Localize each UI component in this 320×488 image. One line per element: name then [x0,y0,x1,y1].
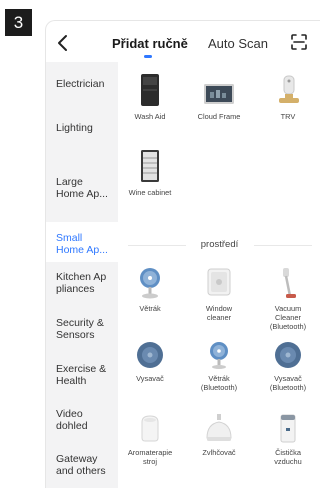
sidebar-item-exercise-health[interactable]: Exercise & Health [46,363,118,387]
sidebar-item-label: Small Home Ap... [56,232,108,256]
step-number: 3 [13,12,24,32]
device-label: Vysavač (Bluetooth) [269,374,307,392]
fan-icon [140,268,160,299]
sidebar-item-label: Exercise & Health [56,363,107,387]
wash-aid-icon [141,74,159,106]
active-tab-indicator [144,55,152,58]
sidebar-item-gateway-others[interactable]: Gateway and others [46,453,118,477]
device-label: Čistička vzduchu [274,448,302,466]
stick-vacuum-icon [283,268,296,298]
wine-cabinet-icon [141,150,159,182]
device-label: Vacuum Cleaner (Bluetooth) [269,304,307,331]
sidebar-item-security-sensors[interactable]: Security & Sensors [46,317,118,341]
device-label: Wine cabinet [128,188,172,197]
robot-vacuum-bluetooth-icon [275,342,301,368]
aroma-diffuser-icon [141,415,159,442]
sidebar-item-label: Gateway and others [56,453,106,477]
device-cloud-frame[interactable]: Cloud Frame [187,72,251,121]
sidebar-item-large-home-appliances[interactable]: Large Home Ap... [46,176,118,200]
tab-auto-scan[interactable]: Auto Scan [208,36,268,51]
device-fan-bluetooth[interactable]: Větrák (Bluetooth) [187,340,251,392]
device-trv[interactable]: TRV [256,72,320,121]
header: Přidat ručně Auto Scan [46,21,320,65]
category-sidebar: Electrician Lighting Large Home Ap... Sm… [46,62,118,488]
sidebar-item-video-surveillance[interactable]: Video dohled [46,408,118,432]
device-label: Zvlhčovač [202,448,236,457]
device-label: Větrák [139,304,161,313]
back-arrow-icon[interactable] [55,34,71,52]
tab-manual[interactable]: Přidat ručně [112,36,188,51]
sidebar-item-label: Lighting [56,122,93,134]
sidebar-item-kitchen-appliances[interactable]: Kitchen Ap pliances [46,271,118,295]
device-wine-cabinet[interactable]: Wine cabinet [118,148,182,197]
device-label: Vysavač [136,374,164,383]
device-label: TRV [280,112,296,121]
device-label: Wash Aid [134,112,166,121]
device-wash-aid[interactable]: Wash Aid [118,72,182,121]
humidifier-icon [206,414,232,441]
device-fan[interactable]: Větrák [118,266,182,313]
device-label: Aromaterapie stroj [127,448,173,466]
scan-icon[interactable] [290,33,308,51]
trv-icon [279,75,299,103]
device-robot-vacuum[interactable]: Vysavač [118,340,182,383]
sidebar-item-label: Large Home Ap... [56,176,108,200]
device-grid: Wash Aid Cloud Frame TRV Wine cabinet pr… [118,62,320,488]
device-label: Větrák (Bluetooth) [200,374,238,392]
sidebar-item-small-home-appliances[interactable]: Small Home Ap... [46,222,118,262]
divider [254,245,312,246]
device-vacuum-cleaner-bluetooth[interactable]: Vacuum Cleaner (Bluetooth) [256,266,320,331]
step-badge: 3 [5,9,32,36]
sidebar-item-lighting[interactable]: Lighting [46,106,118,150]
device-label: Cloud Frame [197,112,241,121]
device-robot-vacuum-bluetooth[interactable]: Vysavač (Bluetooth) [256,340,320,392]
device-label: Window cleaner [205,304,233,322]
section-header-environment: prostředí [118,238,320,252]
sidebar-item-label: Kitchen Ap pliances [56,271,107,295]
cloud-frame-icon [204,84,234,104]
sidebar-item-label: Video dohled [56,408,88,432]
air-purifier-icon [280,414,296,443]
device-aroma-diffuser[interactable]: Aromaterapie stroj [118,412,182,466]
device-air-purifier[interactable]: Čistička vzduchu [256,412,320,466]
sidebar-item-label: Electrician [56,78,105,90]
device-humidifier[interactable]: Zvlhčovač [187,412,251,457]
robot-vacuum-icon [137,342,163,368]
sidebar-item-electrician[interactable]: Electrician [46,62,118,106]
window-cleaner-icon [207,268,231,296]
phone-screen: Přidat ručně Auto Scan Electrician Light… [45,20,320,488]
sidebar-item-label: Security & Sensors [56,317,104,341]
device-window-cleaner[interactable]: Window cleaner [187,266,251,322]
fan-bluetooth-icon [210,342,228,369]
